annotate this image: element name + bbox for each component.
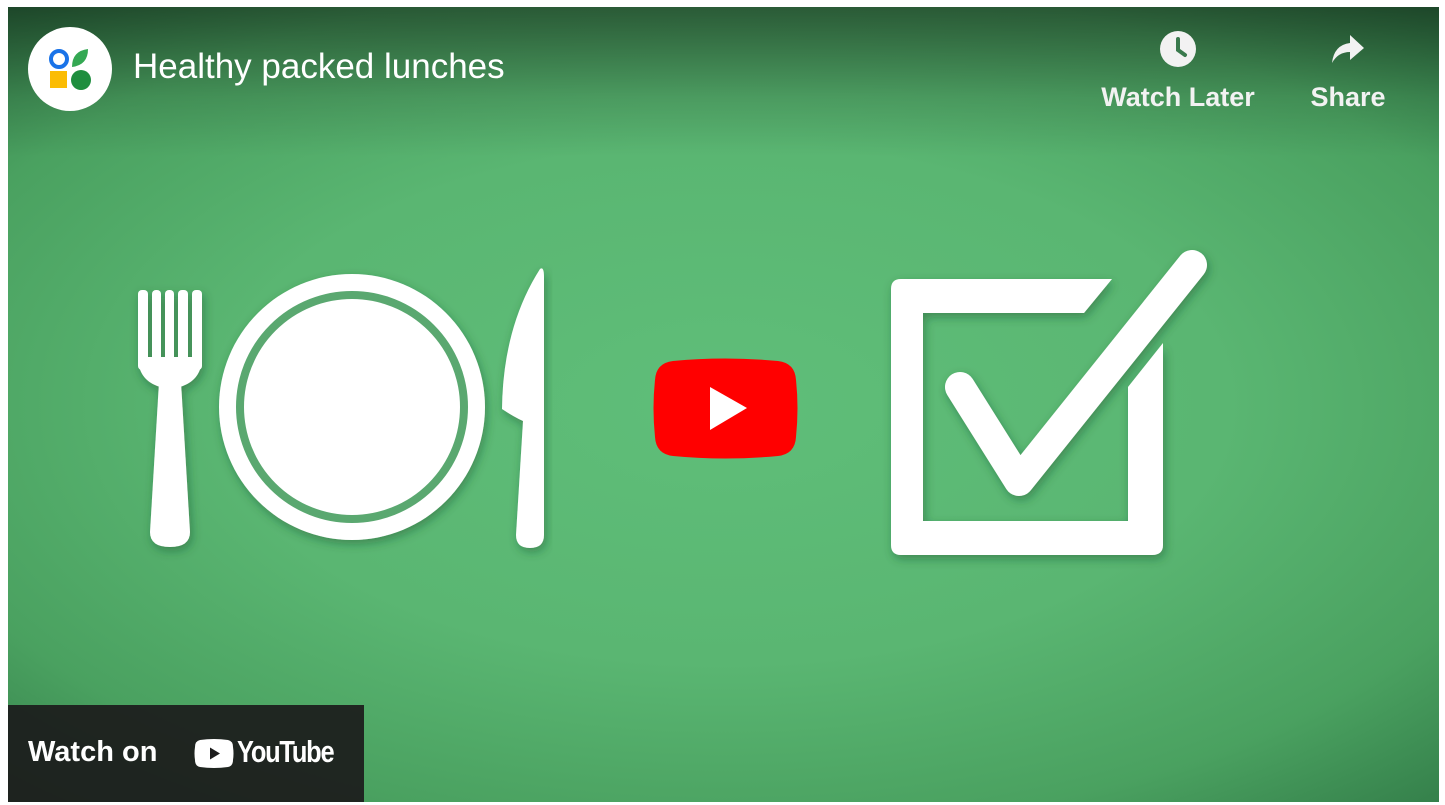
share-label: Share xyxy=(1310,82,1386,112)
play-button[interactable] xyxy=(653,358,798,459)
fork-icon xyxy=(138,290,202,547)
share-button[interactable]: Share xyxy=(1298,29,1398,113)
clock-icon xyxy=(1160,31,1196,67)
plate-icon xyxy=(219,274,485,540)
checked-box-icon xyxy=(891,250,1207,555)
watch-on-youtube-button[interactable]: Watch on YouTube xyxy=(8,705,364,802)
youtube-logo-icon xyxy=(194,739,234,768)
channel-logo-icon xyxy=(49,49,91,90)
watch-later-label: Watch Later xyxy=(1101,82,1255,112)
video-player[interactable]: Healthy packed lunches Watch Later Share… xyxy=(8,7,1439,802)
video-title[interactable]: Healthy packed lunches xyxy=(133,47,505,87)
youtube-play-icon xyxy=(653,358,798,459)
watch-on-label: Watch on xyxy=(28,736,158,768)
watch-later-button[interactable]: Watch Later xyxy=(1093,29,1263,113)
youtube-wordmark: YouTube xyxy=(237,734,335,769)
knife-icon xyxy=(502,268,544,548)
share-arrow-icon xyxy=(1332,35,1364,63)
channel-avatar[interactable] xyxy=(28,27,112,111)
